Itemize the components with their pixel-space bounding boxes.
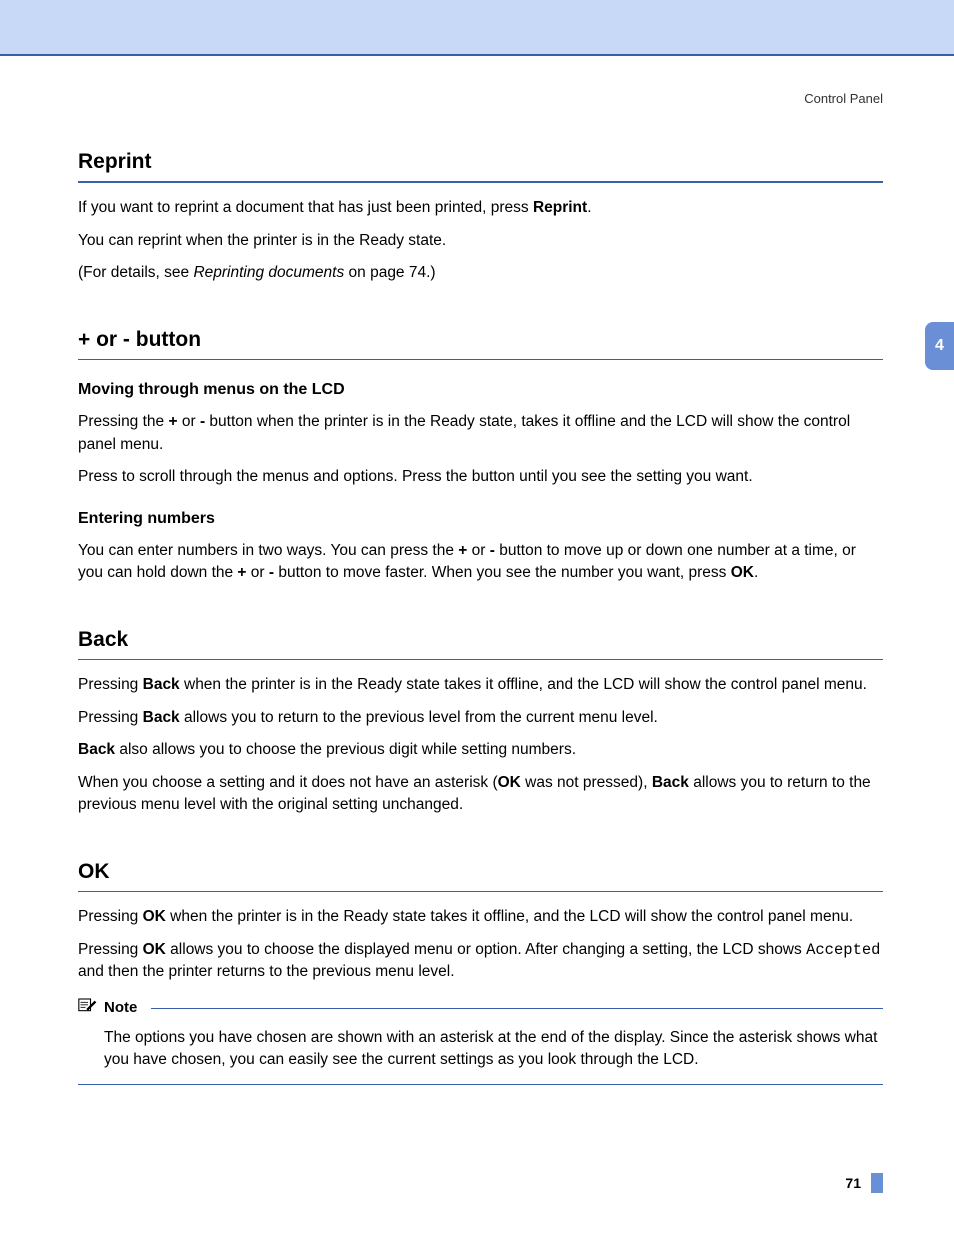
text-bold: Back <box>652 774 689 791</box>
note-body: The options you have chosen are shown wi… <box>78 1021 883 1082</box>
paragraph: (For details, see Reprinting documents o… <box>78 262 883 284</box>
text-bold: Back <box>78 741 115 758</box>
page-footer: 71 <box>845 1173 883 1193</box>
text-bold: OK <box>143 941 166 958</box>
chapter-tab: 4 <box>925 322 954 370</box>
text: button to move faster. When you see the … <box>274 564 731 581</box>
text: allows you to choose the displayed menu … <box>166 941 806 958</box>
text: Pressing <box>78 941 143 958</box>
heading-ok: OK <box>78 857 883 887</box>
note-block: Note The options you have chosen are sho… <box>78 995 883 1084</box>
top-header-band <box>0 0 954 56</box>
text: If you want to reprint a document that h… <box>78 199 533 216</box>
text: Pressing <box>78 709 143 726</box>
text: . <box>754 564 758 581</box>
paragraph: If you want to reprint a document that h… <box>78 197 883 219</box>
text: and then the printer returns to the prev… <box>78 963 455 980</box>
heading-rule <box>78 181 883 183</box>
text: (For details, see <box>78 264 193 281</box>
note-pencil-icon <box>78 995 98 1020</box>
heading-rule <box>78 359 883 360</box>
section-label: Control Panel <box>78 90 883 109</box>
text: also allows you to choose the previous d… <box>115 741 576 758</box>
heading-back: Back <box>78 625 883 655</box>
note-top-rule <box>151 1008 883 1009</box>
text: Pressing <box>78 908 143 925</box>
text-italic: Reprinting documents <box>193 264 344 281</box>
text: allows you to return to the previous lev… <box>180 709 658 726</box>
heading-plus-minus: + or - button <box>78 325 883 355</box>
paragraph: When you choose a setting and it does no… <box>78 772 883 817</box>
note-bottom-rule <box>78 1084 883 1085</box>
heading-reprint: Reprint <box>78 147 883 177</box>
paragraph: Pressing Back allows you to return to th… <box>78 707 883 729</box>
heading-rule <box>78 659 883 660</box>
note-label: Note <box>104 997 137 1019</box>
text-bold: OK <box>731 564 754 581</box>
subheading-moving-menus: Moving through menus on the LCD <box>78 378 883 401</box>
paragraph: Pressing the + or - button when the prin… <box>78 411 883 456</box>
text: When you choose a setting and it does no… <box>78 774 498 791</box>
page-number: 71 <box>845 1173 861 1193</box>
text: was not pressed), <box>521 774 652 791</box>
text: Pressing <box>78 676 143 693</box>
text: or <box>467 542 489 559</box>
text-bold: OK <box>498 774 521 791</box>
paragraph: Pressing OK allows you to choose the dis… <box>78 939 883 984</box>
text-bold: Back <box>143 676 180 693</box>
page-corner-mark <box>871 1173 883 1193</box>
text-bold: OK <box>143 908 166 925</box>
note-header: Note <box>78 995 883 1020</box>
paragraph: Pressing Back when the printer is in the… <box>78 674 883 696</box>
paragraph: Press to scroll through the menus and op… <box>78 466 883 488</box>
paragraph: Back also allows you to choose the previ… <box>78 739 883 761</box>
text: on page 74.) <box>344 264 435 281</box>
paragraph: You can reprint when the printer is in t… <box>78 230 883 252</box>
text-mono: Accepted <box>806 941 880 959</box>
text: or <box>178 413 200 430</box>
text-bold: + <box>168 413 177 430</box>
text: when the printer is in the Ready state t… <box>166 908 853 925</box>
text-bold: Reprint <box>533 199 587 216</box>
text-bold: Back <box>143 709 180 726</box>
text: when the printer is in the Ready state t… <box>180 676 867 693</box>
chapter-number: 4 <box>935 334 944 357</box>
text: or <box>246 564 268 581</box>
text: Pressing the <box>78 413 168 430</box>
subheading-entering-numbers: Entering numbers <box>78 507 883 530</box>
text: . <box>587 199 591 216</box>
paragraph: You can enter numbers in two ways. You c… <box>78 540 883 585</box>
text: You can enter numbers in two ways. You c… <box>78 542 458 559</box>
paragraph: Pressing OK when the printer is in the R… <box>78 906 883 928</box>
heading-rule <box>78 891 883 892</box>
page-content: Control Panel Reprint If you want to rep… <box>0 56 954 1085</box>
text-bold: + <box>458 542 467 559</box>
